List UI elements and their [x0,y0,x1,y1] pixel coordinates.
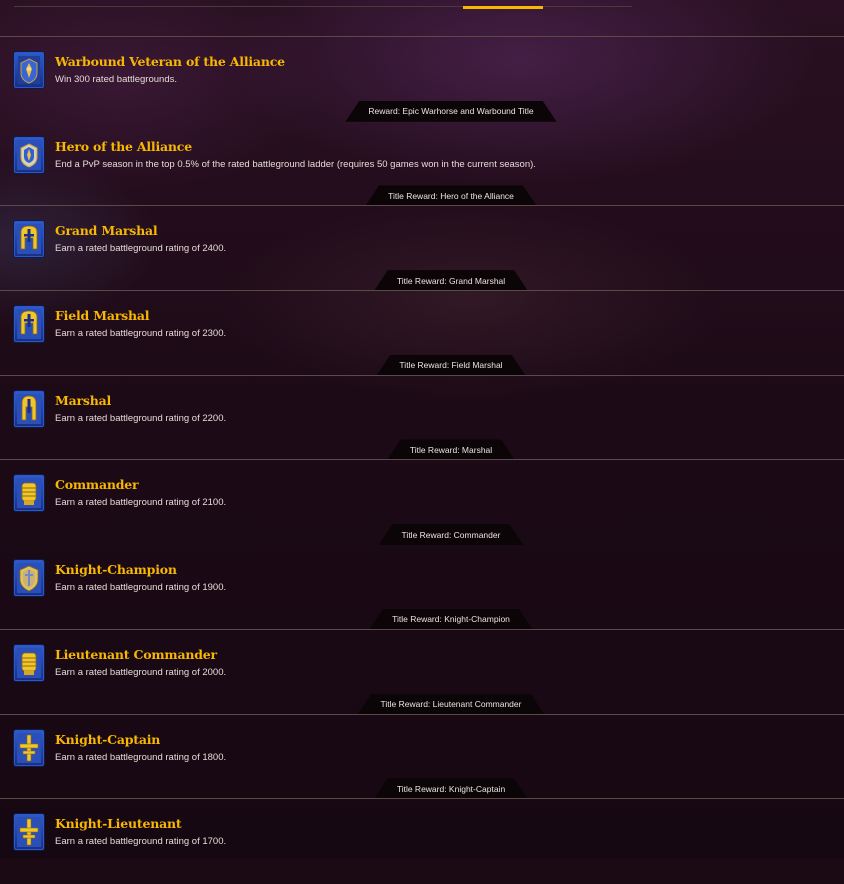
achievement-description: Earn a rated battleground rating of 1800… [55,751,227,763]
achievement-description: End a PvP season in the top 0.5% of the … [55,158,536,170]
achievement-title[interactable]: Field Marshal [55,308,150,323]
achievement-row: Commander Earn a rated battleground rati… [0,460,844,545]
achievement-title[interactable]: Knight-Captain [55,732,160,747]
achievement-description: Earn a rated battleground rating of 1700… [55,836,227,848]
achievement-title[interactable]: Knight-Lieutenant [55,816,182,831]
achievement-row: Knight-Lieutenant Earn a rated battlegro… [0,799,844,884]
achievement-description: Earn a rated battleground rating of 2400… [55,243,227,255]
achievement-title[interactable]: Warbound Veteran of the Alliance [55,54,285,69]
achievement-row: Marshal Earn a rated battleground rating… [0,376,844,461]
achievement-row: Lieutenant Commander Earn a rated battle… [0,630,844,715]
gauntlet-icon [14,644,44,681]
achievement-title[interactable]: Grand Marshal [55,223,158,238]
active-tab-indicator[interactable] [463,6,543,9]
reward-banner: Reward: Epic Warhorse and Warbound Title [345,101,556,122]
helmet-icon [14,390,44,427]
achievement-description: Earn a rated battleground rating of 2200… [55,412,227,424]
alliance-banner-icon [14,52,44,88]
gauntlet-icon [14,475,44,512]
reward-banner: Title Reward: Knight-Champion [369,609,533,630]
achievement-title[interactable]: Marshal [55,393,111,408]
sword-cross-icon [14,729,44,766]
reward-banner: Title Reward: Field Marshal [376,355,525,376]
reward-banner: Title Reward: Lieutenant Commander [358,694,545,715]
achievement-description: Win 300 rated battlegrounds. [55,74,177,85]
achievement-description: Earn a rated battleground rating of 2300… [55,328,227,340]
sword-cross-icon [14,814,44,851]
achievement-row: Warbound Veteran of the Alliance Win 300… [0,37,844,122]
achievement-row: Field Marshal Earn a rated battleground … [0,291,844,376]
reward-banner: Title Reward: Marshal [387,439,515,460]
reward-banner: Title Reward: Commander [379,524,524,545]
achievement-row: Knight-Captain Earn a rated battleground… [0,715,844,800]
achievement-description: Earn a rated battleground rating of 2000… [55,666,227,678]
alliance-crest-icon [14,136,44,173]
achievement-description: Earn a rated battleground rating of 2100… [55,497,227,509]
reward-banner: Title Reward: Hero of the Alliance [365,185,537,206]
achievement-row: Knight-Champion Earn a rated battlegroun… [0,545,844,630]
achievement-title[interactable]: Hero of the Alliance [55,139,192,154]
achievement-list: Warbound Veteran of the Alliance Win 300… [0,37,844,884]
reward-banner: Title Reward: Grand Marshal [374,270,528,291]
helmet-icon [14,306,44,343]
achievement-title[interactable]: Commander [55,477,139,492]
achievement-title[interactable]: Knight-Champion [55,562,177,577]
achievement-row: Hero of the Alliance End a PvP season in… [0,122,844,207]
reward-banner: Title Reward: Knight-Captain [374,778,528,799]
achievement-row: Grand Marshal Earn a rated battleground … [0,206,844,291]
helmet-icon [14,221,44,258]
shield-icon [14,560,44,597]
achievement-title[interactable]: Lieutenant Commander [55,647,217,662]
achievement-description: Earn a rated battleground rating of 1900… [55,582,227,594]
